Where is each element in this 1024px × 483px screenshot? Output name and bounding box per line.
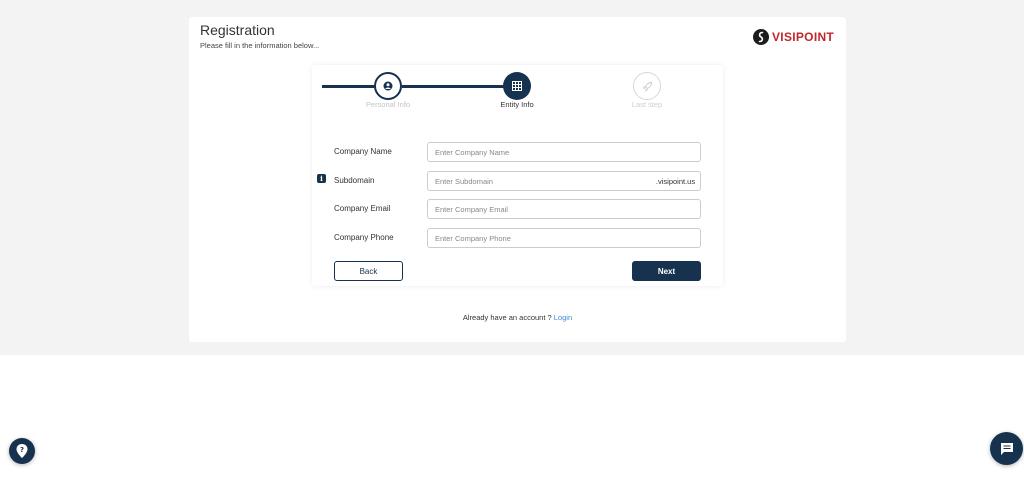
company-email-input[interactable]: [427, 199, 701, 219]
company-phone-label: Company Phone: [334, 233, 394, 242]
stepper-line-left: [322, 85, 375, 88]
company-name-input[interactable]: [427, 142, 701, 162]
logo-text: VISIPOINT: [772, 30, 835, 44]
help-pin-icon: ?: [16, 444, 28, 458]
company-phone-input[interactable]: [427, 228, 701, 248]
rocket-icon: [642, 81, 652, 91]
chat-button[interactable]: [990, 432, 1023, 465]
step-last-step[interactable]: [633, 72, 661, 100]
registration-form-panel: Personal Info Entity Info Last step Comp…: [312, 65, 723, 286]
company-email-label: Company Email: [334, 204, 391, 213]
chat-icon: [1000, 442, 1013, 455]
logo-mark-icon: [753, 29, 769, 45]
step-label-last-step: Last step: [631, 100, 663, 109]
step-personal-info[interactable]: [374, 72, 402, 100]
help-button[interactable]: ?: [9, 438, 35, 464]
subdomain-label: Subdomain: [334, 176, 375, 185]
next-button[interactable]: Next: [632, 261, 701, 281]
login-link[interactable]: Login: [554, 313, 572, 322]
subdomain-input[interactable]: [427, 171, 652, 191]
step-label-entity-info: Entity Info: [500, 100, 534, 109]
visipoint-logo: VISIPOINT: [753, 28, 834, 46]
stepper-line-middle: [402, 85, 504, 88]
user-icon: [383, 81, 393, 91]
login-prompt-text: Already have an account ?: [462, 313, 552, 322]
registration-card: Registration Please fill in the informat…: [189, 17, 846, 342]
info-icon[interactable]: i: [317, 174, 326, 183]
company-name-label: Company Name: [334, 147, 392, 156]
login-prompt: Already have an account ? Login: [189, 313, 846, 322]
page-title: Registration: [200, 22, 275, 38]
page-subtitle: Please fill in the information below...: [200, 41, 320, 50]
subdomain-suffix: .visipoint.us: [651, 171, 701, 191]
svg-text:?: ?: [20, 446, 24, 454]
grid-icon: [512, 81, 522, 91]
step-entity-info[interactable]: [503, 72, 531, 100]
back-button[interactable]: Back: [334, 261, 403, 281]
card-header: Registration Please fill in the informat…: [189, 17, 846, 53]
step-label-personal-info: Personal Info: [365, 100, 411, 109]
